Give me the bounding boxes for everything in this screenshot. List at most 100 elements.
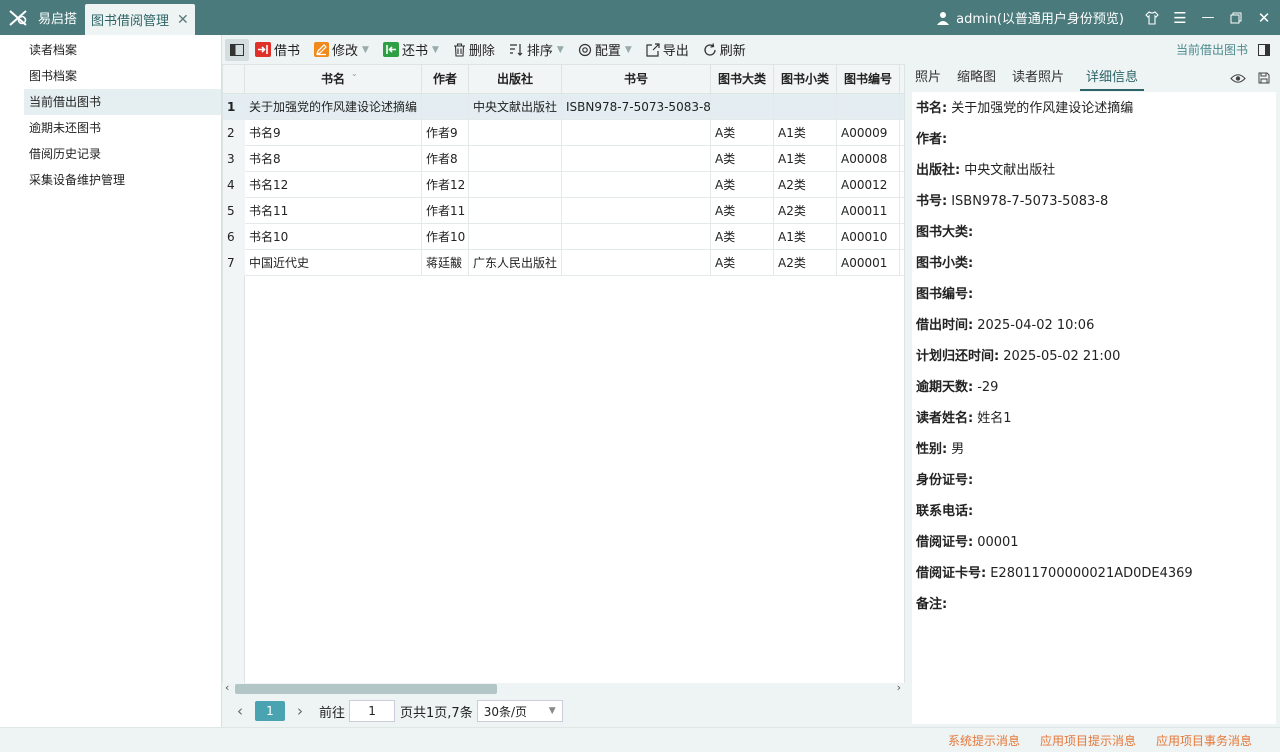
tab-reader-photo[interactable]: 读者照片 xyxy=(1012,65,1064,91)
cell-title: 书名9 xyxy=(245,120,422,146)
horizontal-scrollbar[interactable]: ‹ › xyxy=(222,681,905,695)
delete-button[interactable]: 删除 xyxy=(453,40,495,59)
prev-page-icon[interactable]: ‹ xyxy=(225,702,255,720)
sidebar-item-current-borrowed[interactable]: 当前借出图书 xyxy=(24,89,221,115)
app-message-link[interactable]: 应用项目提示消息 xyxy=(1040,732,1136,749)
cell-title: 书名12 xyxy=(245,172,422,198)
table-row[interactable]: 6 书名10 作者10 A类 A1类 A00010 xyxy=(223,224,904,250)
tab-thumbnail[interactable]: 缩略图 xyxy=(957,65,996,91)
tab-book-borrow-management[interactable]: 图书借阅管理 ✕ xyxy=(85,4,195,35)
row-number: 7 xyxy=(223,250,245,276)
app-transaction-link[interactable]: 应用项目事务消息 xyxy=(1156,732,1252,749)
restore-button[interactable] xyxy=(1222,0,1250,35)
user-menu[interactable]: admin(以普通用户身份预览) xyxy=(936,8,1124,27)
detail-value: 关于加强党的作风建设论述摘编 xyxy=(951,101,1134,116)
cell-publisher xyxy=(469,146,562,172)
page-size-select[interactable]: 30条/页 ▼ xyxy=(476,700,563,722)
scroll-right-icon[interactable]: › xyxy=(897,681,901,694)
cell-category xyxy=(711,94,774,120)
system-message-link[interactable]: 系统提示消息 xyxy=(948,732,1020,749)
skin-button[interactable] xyxy=(1138,0,1166,35)
tab-details[interactable]: 详细信息 xyxy=(1080,65,1145,91)
detail-value: E28011700000021AD0DE4369 xyxy=(990,566,1193,581)
toggle-sidebar-button[interactable] xyxy=(225,38,249,61)
config-button[interactable]: 配置 ▼ xyxy=(578,40,632,59)
tab-photo[interactable]: 照片 xyxy=(915,65,941,91)
user-icon xyxy=(937,11,950,25)
export-button[interactable]: 导出 xyxy=(646,40,689,59)
sidebar-item-reader-archive[interactable]: 读者档案 xyxy=(24,37,221,63)
refresh-button[interactable]: 刷新 xyxy=(703,40,746,59)
goto-page-input[interactable]: 1 xyxy=(349,700,396,722)
table-row[interactable]: 2 书名9 作者9 A类 A1类 A00009 xyxy=(223,120,904,146)
current-page-button[interactable]: 1 xyxy=(255,701,285,721)
scrollbar-thumb[interactable] xyxy=(235,684,497,694)
borrow-button[interactable]: 借书 xyxy=(255,40,300,59)
table-row[interactable]: 4 书名12 作者12 A类 A2类 A00012 xyxy=(223,172,904,198)
return-button[interactable]: 还书 ▼ xyxy=(382,40,439,59)
detail-row: 借阅证号: 00001 xyxy=(912,526,1276,557)
detail-row: 出版社: 中央文献出版社 xyxy=(912,154,1276,185)
scroll-left-icon[interactable]: ‹ xyxy=(225,681,229,694)
sidebar-item-overdue[interactable]: 逾期未还图书 xyxy=(24,115,221,141)
menu-button[interactable]: ☰ xyxy=(1166,0,1194,35)
column-header-publisher[interactable]: 出版社 xyxy=(469,65,562,94)
sidebar-panel-icon xyxy=(230,43,244,56)
chevron-down-icon: ▼ xyxy=(362,44,369,55)
cell-author: 作者9 xyxy=(422,120,469,146)
column-header-book-code[interactable]: 图书编号 xyxy=(837,65,900,94)
cell-category: A类 xyxy=(711,172,774,198)
row-number: 5 xyxy=(223,198,245,224)
cell-subcategory: A2类 xyxy=(774,250,837,276)
column-header-category[interactable]: 图书大类 xyxy=(711,65,774,94)
sort-button[interactable]: 排序 ▼ xyxy=(509,40,564,59)
cell-author: 作者11 xyxy=(422,198,469,224)
sort-icon xyxy=(509,44,523,56)
minimize-button[interactable]: — xyxy=(1194,0,1222,35)
table-row[interactable]: 7 中国近代史 蒋廷黻 广东人民出版社 A类 A2类 A00001 xyxy=(223,250,904,276)
cell-subcategory xyxy=(774,94,837,120)
save-icon[interactable] xyxy=(1258,72,1270,84)
cell-publisher: 中央文献出版社 xyxy=(469,94,562,120)
cell-book-code xyxy=(837,94,900,120)
detail-row: 逾期天数: -29 xyxy=(912,371,1276,402)
data-grid: ⌄ 书名 作者 出版社 书号 图书大类 图书小类 图书编号 1 关于加强党的作风建设… xyxy=(222,64,905,684)
detail-label: 联系电话: xyxy=(916,504,974,519)
title-bar: 易启搭 图书借阅管理 ✕ admin(以普通用户身份预览) ☰ — ✕ xyxy=(0,0,1280,35)
table-row[interactable]: 3 书名8 作者8 A类 A1类 A00008 xyxy=(223,146,904,172)
cell-publisher xyxy=(469,120,562,146)
eye-icon[interactable] xyxy=(1230,73,1246,84)
detail-label: 读者姓名: xyxy=(916,411,974,426)
column-header-subcategory[interactable]: 图书小类 xyxy=(774,65,837,94)
cell-title: 关于加强党的作风建设论述摘编 xyxy=(245,94,422,120)
table-row[interactable]: 5 书名11 作者11 A类 A2类 A00011 xyxy=(223,198,904,224)
shirt-icon xyxy=(1145,10,1159,25)
column-header-author[interactable]: 作者 xyxy=(422,65,469,94)
sidebar-item-book-archive[interactable]: 图书档案 xyxy=(24,63,221,89)
status-bar: 系统提示消息 应用项目提示消息 应用项目事务消息 xyxy=(0,727,1280,752)
detail-label: 性别: xyxy=(916,442,948,457)
cell-book-code: A00009 xyxy=(837,120,900,146)
cell-isbn: ISBN978-7-5073-5083-8 xyxy=(562,94,711,120)
edit-button[interactable]: 修改 ▼ xyxy=(314,40,369,59)
close-icon[interactable]: ✕ xyxy=(177,12,189,28)
next-page-icon[interactable]: › xyxy=(285,702,315,720)
user-name: admin(以普通用户身份预览) xyxy=(956,12,1124,27)
menu-icon: ☰ xyxy=(1173,8,1187,27)
detail-row: 作者: xyxy=(912,123,1276,154)
detail-label: 备注: xyxy=(916,597,948,612)
column-header-isbn[interactable]: 书号 xyxy=(562,65,711,94)
right-panel-toggle-icon[interactable] xyxy=(1258,43,1270,56)
return-icon xyxy=(382,42,399,57)
config-label: 配置 xyxy=(594,44,621,59)
sidebar-item-device-maintenance[interactable]: 采集设备维护管理 xyxy=(24,167,221,193)
table-row[interactable]: 1 关于加强党的作风建设论述摘编 中央文献出版社 ISBN978-7-5073-508… xyxy=(223,94,904,120)
detail-label: 借阅证号: xyxy=(916,535,974,550)
close-window-button[interactable]: ✕ xyxy=(1250,0,1278,35)
cell-publisher xyxy=(469,172,562,198)
sidebar: 读者档案 图书档案 当前借出图书 逾期未还图书 借阅历史记录 采集设备维护管理 xyxy=(0,35,222,727)
export-icon xyxy=(646,42,660,57)
sidebar-item-history[interactable]: 借阅历史记录 xyxy=(24,141,221,167)
column-header-title[interactable]: ⌄ 书名 xyxy=(245,65,422,94)
cell-book-code: A00010 xyxy=(837,224,900,250)
